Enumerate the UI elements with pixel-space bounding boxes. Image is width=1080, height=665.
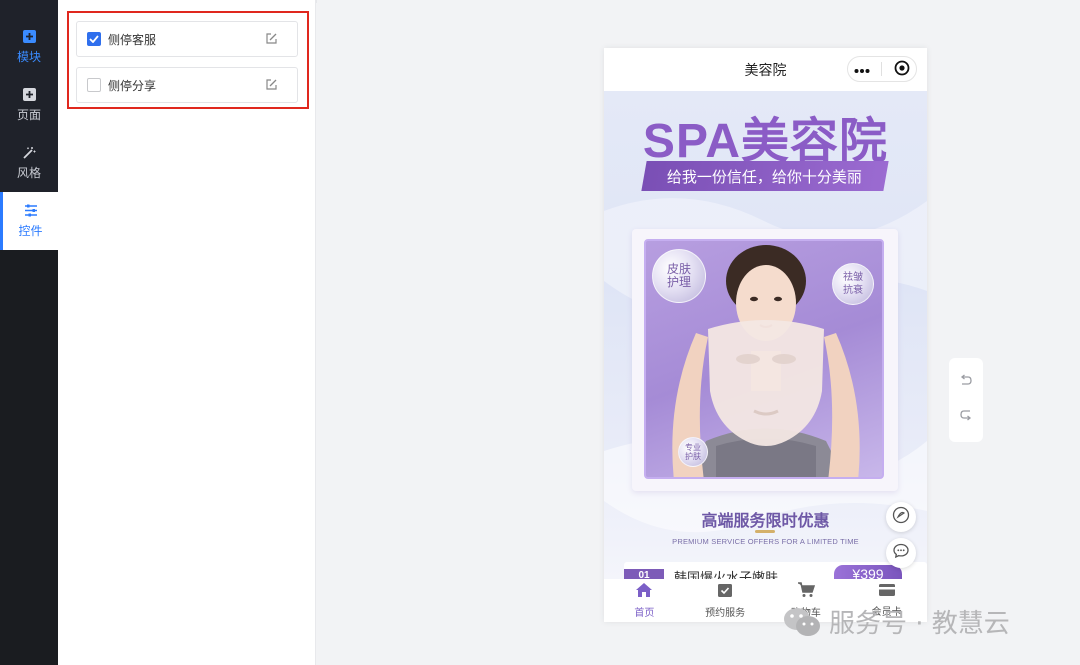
share-icon	[892, 506, 910, 529]
service-section-subtitle: PREMIUM SERVICE OFFERS FOR A LIMITED TIM…	[672, 537, 859, 546]
edit-icon[interactable]	[265, 78, 279, 92]
photo-frame: 皮肤 护理 祛皱 抗衰 专业 护肤	[632, 229, 898, 491]
rail-item-label: 控件	[18, 223, 43, 238]
bubble-professional: 专业 护肤	[678, 437, 708, 467]
undo-icon[interactable]	[959, 373, 973, 393]
close-target-icon[interactable]	[894, 60, 910, 79]
poster-banner[interactable]: SPA美容院 给我一份信任，给你十分美丽 皮肤 护理 祛皱 抗衰 专业 护肤 高…	[604, 91, 927, 579]
control-row-share[interactable]: 侧停分享	[76, 67, 298, 103]
control-row-service[interactable]: 侧停客服	[76, 21, 298, 57]
promo-text: 韩国爆火水子嫩肤	[674, 570, 779, 579]
chat-icon	[892, 542, 910, 565]
watermark-text: 服务号 · 教慧云	[829, 609, 1010, 639]
rail-item-label: 页面	[16, 107, 41, 122]
plus-square-icon	[22, 88, 36, 102]
poster-slogan: 给我一份信任，给你十分美丽	[641, 161, 889, 191]
service-section-title: 高端服务限时优惠	[701, 513, 830, 530]
rail-item-pages[interactable]: 页面	[0, 76, 58, 134]
title-divider	[755, 530, 775, 533]
rail-item-controls[interactable]: 控件	[0, 192, 58, 250]
tab-label: 预约服务	[705, 608, 746, 619]
float-share-button[interactable]	[886, 502, 916, 532]
left-rail: 模块 页面 风格 控件	[0, 0, 58, 665]
wechat-icon	[783, 607, 821, 637]
rail-item-label: 模块	[16, 49, 41, 64]
tab-booking[interactable]: 预约服务	[685, 579, 766, 622]
page-title: 美容院	[744, 61, 787, 78]
card-icon	[878, 583, 896, 600]
phone-preview: 美容院 SPA美容院 给我一份信任，给你十分美丽 皮肤 护理 祛皱 抗衰 专业 …	[604, 48, 927, 622]
tab-home[interactable]: 首页	[604, 579, 685, 622]
promo-number: 01	[624, 569, 664, 579]
bubble-skin-care: 皮肤 护理	[652, 249, 706, 303]
edit-icon[interactable]	[265, 32, 279, 46]
mini-program-capsule[interactable]	[847, 56, 917, 82]
rail-item-modules[interactable]: 模块	[0, 18, 58, 76]
control-label: 侧停分享	[108, 78, 157, 93]
promo-price: ¥399	[834, 565, 902, 579]
calendar-check-icon	[717, 582, 733, 601]
plus-square-icon	[22, 30, 36, 44]
rail-item-style[interactable]: 风格	[0, 134, 58, 192]
capsule-divider	[881, 62, 883, 76]
sliders-icon	[24, 204, 38, 218]
float-service-button[interactable]	[886, 538, 916, 568]
home-icon	[635, 582, 653, 601]
bubble-anti-aging: 祛皱 抗衰	[832, 263, 874, 305]
rail-empty	[0, 250, 58, 665]
watermark: 服务号 · 教慧云	[783, 603, 1010, 640]
history-panel	[949, 358, 983, 442]
checkbox-share[interactable]	[87, 78, 101, 92]
redo-icon[interactable]	[959, 408, 973, 427]
more-dots-icon[interactable]	[854, 61, 870, 77]
control-label: 侧停客服	[108, 32, 157, 47]
phone-header: 美容院	[604, 48, 927, 91]
checkbox-service[interactable]	[87, 32, 101, 46]
model-photo: 皮肤 护理 祛皱 抗衰 专业 护肤	[644, 239, 884, 479]
tab-label: 首页	[634, 608, 655, 619]
rail-item-label: 风格	[16, 165, 41, 180]
magic-wand-icon	[22, 146, 36, 160]
cart-icon	[797, 582, 815, 601]
